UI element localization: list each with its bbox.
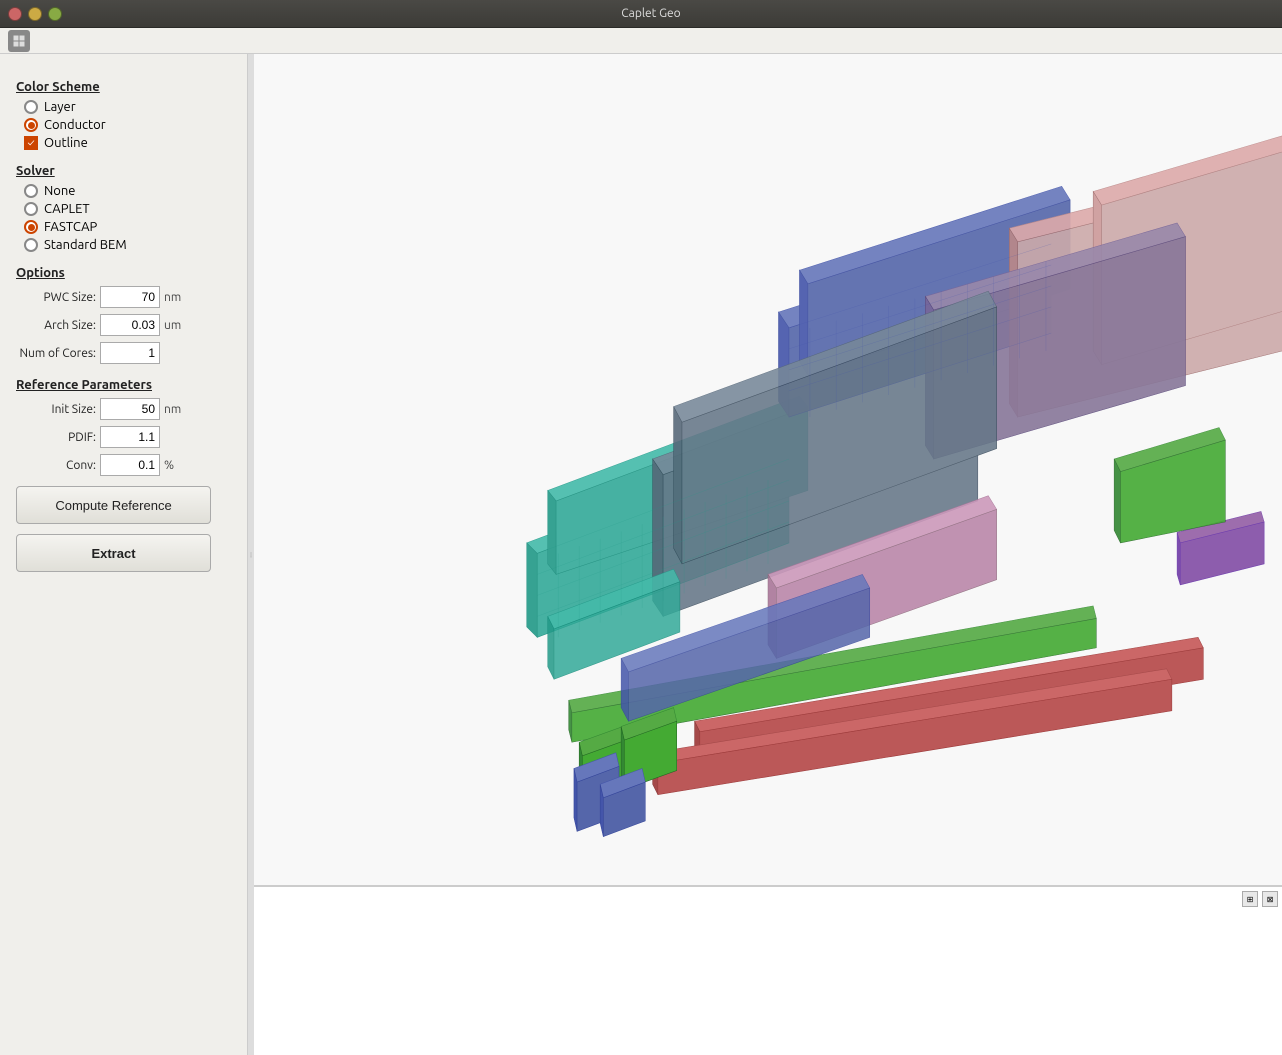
pdif-row: PDIF: (16, 426, 231, 448)
solver-fastcap-row[interactable]: FASTCAP (24, 220, 231, 234)
pwc-size-unit: nm (164, 291, 184, 304)
color-scheme-section: Color Scheme Layer Conductor (16, 80, 231, 150)
bottom-panel-icons: ⊞ ⊠ (1242, 891, 1278, 907)
expand-icon[interactable]: ⊞ (1242, 891, 1258, 907)
pwc-size-label: PWC Size: (16, 291, 96, 304)
solver-none-row[interactable]: None (24, 184, 231, 198)
extract-button[interactable]: Extract (16, 534, 211, 572)
solver-none-radio[interactable] (24, 184, 38, 198)
color-scheme-title: Color Scheme (16, 80, 231, 94)
init-size-label: Init Size: (16, 403, 96, 416)
menubar (0, 28, 1282, 54)
arch-size-unit: um (164, 319, 184, 332)
close-panel-icon[interactable]: ⊠ (1262, 891, 1278, 907)
color-scheme-layer-label: Layer (44, 100, 76, 114)
color-scheme-conductor-row[interactable]: Conductor (24, 118, 231, 132)
solver-caplet-label: CAPLET (44, 202, 90, 216)
solver-title: Solver (16, 164, 231, 178)
main-content: Color Scheme Layer Conductor (0, 54, 1282, 1055)
reference-params-title: Reference Parameters (16, 378, 231, 392)
conv-unit: % (164, 459, 184, 472)
color-scheme-layer-radio[interactable] (24, 100, 38, 114)
maximize-button[interactable] (48, 7, 62, 21)
right-panel: ⊞ ⊠ (254, 54, 1282, 1055)
app-window: Color Scheme Layer Conductor (0, 28, 1282, 1055)
options-section: Options PWC Size: nm Arch Size: um Num o… (16, 266, 231, 364)
solver-fastcap-label: FASTCAP (44, 220, 97, 234)
solver-fastcap-radio[interactable] (24, 220, 38, 234)
window-title: Caplet Geo (68, 7, 1234, 20)
color-scheme-options: Layer Conductor Outline (24, 100, 231, 150)
bottom-panel: ⊞ ⊠ (254, 885, 1282, 1055)
color-scheme-layer-row[interactable]: Layer (24, 100, 231, 114)
options-title: Options (16, 266, 231, 280)
conv-label: Conv: (16, 459, 96, 472)
color-scheme-outline-checkbox[interactable] (24, 136, 38, 150)
pwc-size-input[interactable] (100, 286, 160, 308)
app-icon (8, 30, 30, 52)
solver-options: None CAPLET FASTCAP Standa (24, 184, 231, 252)
num-cores-input[interactable] (100, 342, 160, 364)
pdif-label: PDIF: (16, 431, 96, 444)
num-cores-row: Num of Cores: (16, 342, 231, 364)
init-size-row: Init Size: nm (16, 398, 231, 420)
arch-size-row: Arch Size: um (16, 314, 231, 336)
close-button[interactable] (8, 7, 22, 21)
conv-row: Conv: % (16, 454, 231, 476)
color-scheme-outline-label: Outline (44, 136, 88, 150)
solver-section: Solver None CAPLET (16, 164, 231, 252)
init-size-input[interactable] (100, 398, 160, 420)
num-cores-label: Num of Cores: (16, 347, 96, 360)
solver-none-label: None (44, 184, 76, 198)
reference-params-section: Reference Parameters Init Size: nm PDIF:… (16, 378, 231, 476)
conv-input[interactable] (100, 454, 160, 476)
compute-reference-button[interactable]: Compute Reference (16, 486, 211, 524)
3d-visualization (254, 54, 1282, 885)
color-scheme-conductor-radio[interactable] (24, 118, 38, 132)
pwc-size-row: PWC Size: nm (16, 286, 231, 308)
left-panel: Color Scheme Layer Conductor (0, 54, 248, 1055)
titlebar: Caplet Geo (0, 0, 1282, 28)
init-size-unit: nm (164, 403, 184, 416)
color-scheme-outline-row[interactable]: Outline (24, 136, 231, 150)
color-scheme-conductor-label: Conductor (44, 118, 106, 132)
3d-viewport[interactable] (254, 54, 1282, 885)
pdif-input[interactable] (100, 426, 160, 448)
solver-standard-bem-row[interactable]: Standard BEM (24, 238, 231, 252)
solver-standard-bem-radio[interactable] (24, 238, 38, 252)
solver-caplet-radio[interactable] (24, 202, 38, 216)
solver-standard-bem-label: Standard BEM (44, 238, 127, 252)
arch-size-label: Arch Size: (16, 319, 96, 332)
solver-caplet-row[interactable]: CAPLET (24, 202, 231, 216)
arch-size-input[interactable] (100, 314, 160, 336)
minimize-button[interactable] (28, 7, 42, 21)
